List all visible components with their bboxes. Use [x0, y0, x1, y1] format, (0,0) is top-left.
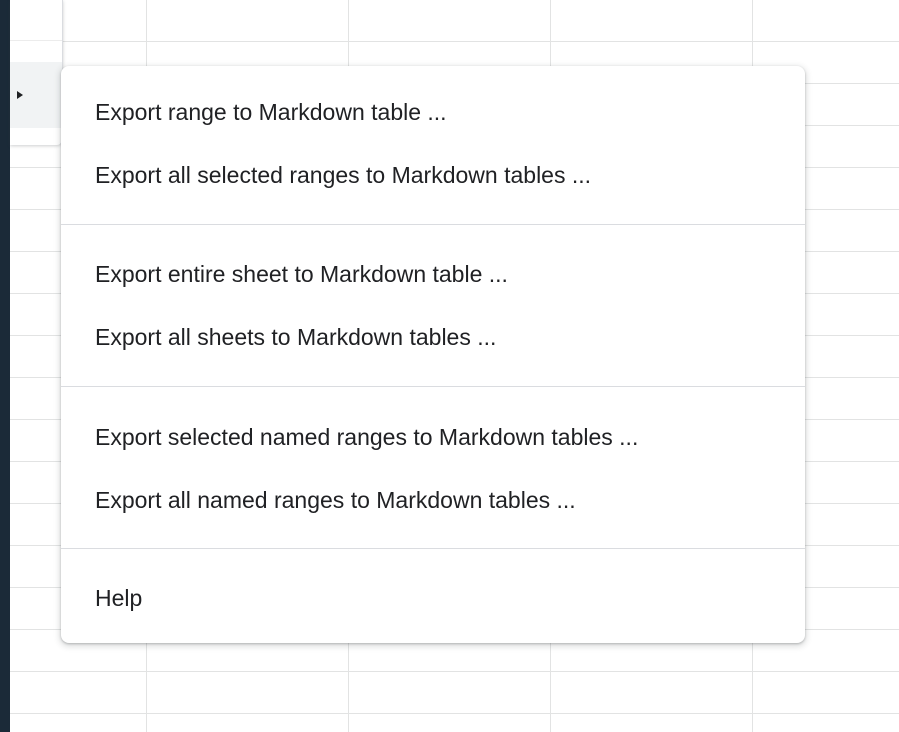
menu-separator	[61, 224, 805, 225]
menu-item-help[interactable]: Help	[61, 574, 805, 622]
parent-menu	[10, 0, 63, 145]
menu-separator	[61, 386, 805, 387]
menu-item-export-all-sheets[interactable]: Export all sheets to Markdown tables ...	[61, 313, 805, 361]
menu-item-label: Export all sheets to Markdown tables ...	[95, 324, 497, 350]
menu-item-export-selected-ranges[interactable]: Export all selected ranges to Markdown t…	[61, 151, 805, 199]
export-submenu: Export range to Markdown table ... Expor…	[61, 66, 805, 643]
menu-item-label: Export range to Markdown table ...	[95, 99, 447, 125]
menu-item-export-all-named-ranges[interactable]: Export all named ranges to Markdown tabl…	[61, 476, 805, 524]
menu-item-label: Help	[95, 585, 143, 611]
parent-menu-item[interactable]	[10, 0, 62, 41]
menu-separator	[61, 548, 805, 549]
menu-item-export-entire-sheet[interactable]: Export entire sheet to Markdown table ..…	[61, 250, 805, 298]
menu-item-label: Export entire sheet to Markdown table ..…	[95, 261, 508, 287]
menu-item-label: Export selected named ranges to Markdown…	[95, 424, 639, 450]
menu-item-label: Export all named ranges to Markdown tabl…	[95, 487, 576, 513]
submenu-arrow-icon	[17, 91, 23, 99]
menu-item-export-selected-named-ranges[interactable]: Export selected named ranges to Markdown…	[61, 413, 805, 461]
menu-item-label: Export all selected ranges to Markdown t…	[95, 162, 592, 188]
menu-item-export-range[interactable]: Export range to Markdown table ...	[61, 88, 805, 136]
parent-menu-item-active[interactable]	[10, 62, 62, 128]
